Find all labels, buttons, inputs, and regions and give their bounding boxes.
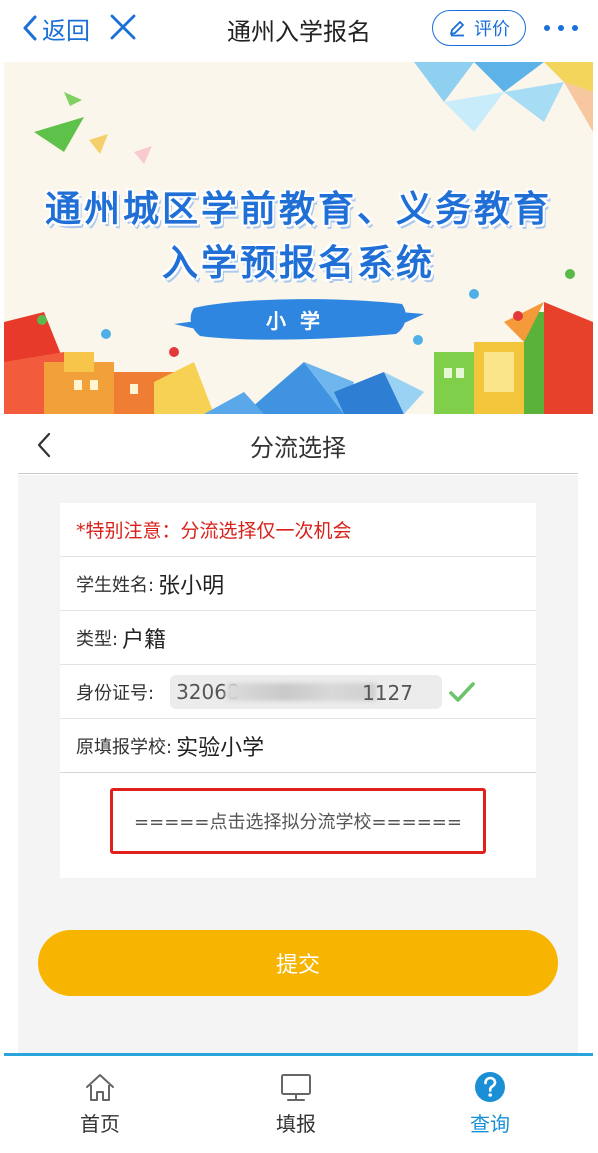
back-button[interactable]: 返回: [22, 10, 90, 46]
edit-icon: [450, 21, 464, 37]
chevron-left-icon: [23, 15, 37, 41]
home-icon: [86, 1074, 114, 1101]
monitor-icon: [281, 1074, 311, 1101]
banner-title-line1: 通州城区学前教育、义务教育: [44, 189, 552, 230]
tab-fill[interactable]: 填报: [236, 1066, 356, 1146]
banner: 通州城区学前教育、义务教育 入学预报名系统 小学: [4, 62, 593, 414]
more-dot-icon: [544, 25, 550, 31]
check-icon: [449, 681, 475, 702]
id-redaction: [226, 682, 377, 701]
page-title: 分流选择: [250, 434, 346, 462]
notice-row: *特别注意：分流选择仅一次机会: [60, 503, 536, 557]
top-nav-bar: 返回 通州入学报名 评价: [0, 0, 598, 58]
back-label: 返回: [42, 16, 90, 45]
id-number-field: 32068 1127: [170, 674, 443, 709]
tab-query-label: 查询: [470, 1112, 510, 1136]
banner-title-line2: 入学预报名系统: [161, 243, 435, 284]
banner-tag: 小学: [266, 309, 334, 333]
submit-label: 提交: [275, 953, 320, 978]
type-row: 类型: 户籍: [60, 611, 536, 665]
rate-label: 评价: [474, 19, 510, 40]
notice-text: *特别注意：分流选择仅一次机会: [76, 520, 352, 542]
bottom-tab-bar: 首页 填报 查询: [4, 1053, 593, 1153]
more-menu-button[interactable]: [544, 18, 578, 38]
type-value: 户籍: [122, 627, 167, 653]
student-name-value: 张小明: [158, 573, 225, 599]
tab-query[interactable]: 查询: [430, 1066, 550, 1146]
page-header: 分流选择: [18, 414, 578, 474]
more-dot-icon: [572, 25, 578, 31]
id-label: 身份证号:: [76, 682, 155, 704]
close-icon[interactable]: [108, 12, 138, 42]
submit-button[interactable]: 提交: [38, 930, 558, 996]
select-school-label: =====点击选择拟分流学校======: [134, 812, 462, 833]
tab-home[interactable]: 首页: [40, 1066, 160, 1146]
id-row: 身份证号: 32068 1127: [60, 665, 536, 719]
select-school-button[interactable]: =====点击选择拟分流学校======: [110, 788, 486, 854]
question-icon: [475, 1072, 505, 1102]
more-dot-icon: [558, 25, 564, 31]
student-name-row: 学生姓名: 张小明: [60, 557, 536, 611]
school-row: 原填报学校: 实验小学: [60, 719, 536, 773]
rate-button[interactable]: 评价: [432, 10, 526, 46]
id-suffix: 1127: [362, 680, 413, 705]
form-card: *特别注意：分流选择仅一次机会 学生姓名: 张小明 类型: 户籍 身份证号: 3…: [60, 503, 536, 878]
student-name-label: 学生姓名:: [76, 574, 155, 596]
type-label: 类型:: [76, 628, 119, 650]
tab-home-label: 首页: [80, 1112, 120, 1136]
tab-fill-label: 填报: [276, 1112, 316, 1136]
school-label: 原填报学校:: [76, 736, 173, 758]
school-value: 实验小学: [176, 735, 265, 761]
